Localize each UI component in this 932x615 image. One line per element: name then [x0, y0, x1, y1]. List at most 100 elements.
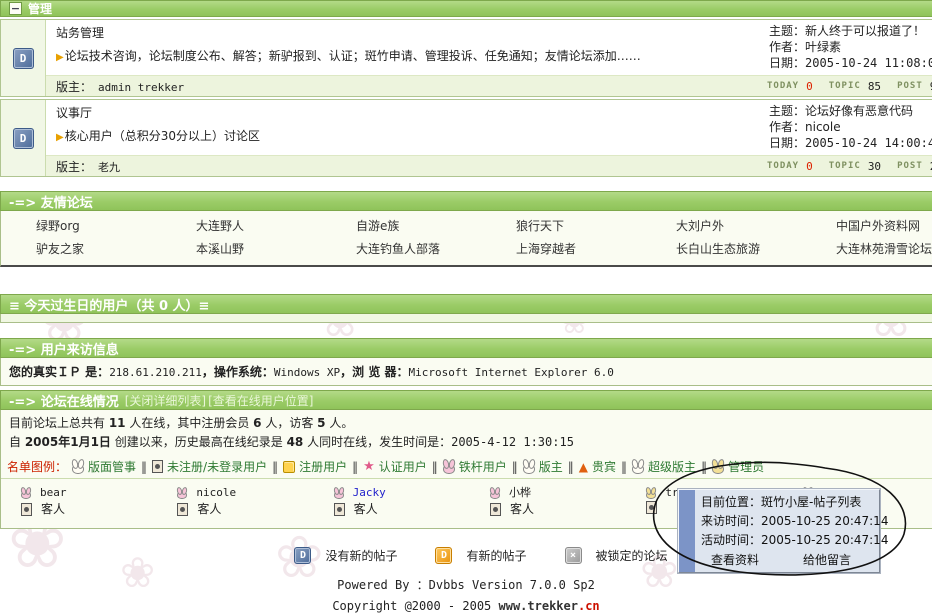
- friend-forum-link[interactable]: 上海穿越者: [516, 240, 676, 257]
- today-label: TODAY: [767, 81, 799, 91]
- forum-status-cell: D: [1, 20, 46, 96]
- user-name-link[interactable]: Jacky: [353, 484, 386, 501]
- bunny-yellow-icon: [712, 464, 724, 474]
- topic-count-label: TOPIC: [829, 161, 861, 171]
- triangle-icon: ▲: [579, 460, 588, 474]
- separator: ‖: [568, 460, 574, 474]
- forum-name-link[interactable]: 站务管理: [56, 24, 757, 41]
- friend-forums-title: -=> 友情论坛: [9, 192, 93, 211]
- photo-icon: [490, 503, 501, 516]
- forum-row-site-management: D 站务管理 ▶论坛技术咨询，论坛制度公布、解答；新驴报到、认证；斑竹申请、管理…: [0, 19, 932, 97]
- copyright-text: Copyright @2000 - 2005 www.trekker.cn: [0, 598, 932, 615]
- legend-item-label: 铁杆用户: [459, 458, 507, 475]
- bunny-white-icon: [523, 464, 535, 474]
- user-role: 客人: [354, 501, 378, 518]
- online-user: nicole 客人: [177, 484, 333, 518]
- friend-forum-link[interactable]: 大连林苑滑雪论坛: [836, 240, 932, 257]
- online-status-title: -=> 论坛在线情况: [9, 391, 119, 410]
- topic-label: 主题：: [769, 24, 805, 38]
- moderator-link[interactable]: admin trekker: [98, 81, 184, 94]
- tooltip-active-time: 活动时间：2005-10-25 20:47:14: [701, 531, 875, 550]
- last-topic-link[interactable]: 新人终于可以报道了！: [805, 24, 925, 38]
- legend-item-label: 版主: [539, 458, 563, 475]
- moderator-link[interactable]: 老九: [98, 161, 120, 174]
- friend-forum-link[interactable]: 绿野org: [36, 217, 196, 234]
- online-record-date: 2005-4-12 1:30:15: [451, 435, 574, 449]
- friend-forum-link[interactable]: 大连野人: [196, 217, 356, 234]
- view-user-position-link[interactable]: [查看在线用户位置]: [208, 392, 313, 409]
- view-profile-link[interactable]: 查看资料: [711, 551, 759, 570]
- management-section-header: − 管理: [0, 0, 932, 17]
- user-name-link[interactable]: bear: [40, 484, 67, 501]
- separator: ‖: [432, 460, 438, 474]
- legend-item-label: 贵宾: [592, 458, 616, 475]
- bunny-yellow-icon: [646, 491, 656, 499]
- no-new-posts-icon[interactable]: D: [13, 128, 34, 149]
- bunny-white-icon: [632, 464, 644, 474]
- collapse-icon[interactable]: −: [9, 2, 22, 15]
- user-name-link[interactable]: 小桦: [509, 484, 531, 501]
- friend-forum-link[interactable]: 狼行天下: [516, 217, 676, 234]
- friend-forum-link[interactable]: 驴友之家: [36, 240, 196, 257]
- legend-item-label: 超级版主: [648, 458, 696, 475]
- user-position-tooltip: 目前位置：斑竹小屋-帖子列表 来访时间：2005-10-25 20:47:14 …: [678, 489, 880, 573]
- arrow-bullet-icon: ▶: [56, 132, 64, 143]
- legend-no-new-posts: 没有新的帖子: [325, 547, 397, 564]
- forum-name-link[interactable]: 议事厅: [56, 104, 757, 121]
- friend-forum-link[interactable]: 中国户外资料网: [836, 217, 932, 234]
- topic-count: 85: [868, 80, 881, 93]
- last-topic-link[interactable]: 论坛好像有恶意代码: [805, 104, 913, 118]
- separator: ‖: [701, 460, 707, 474]
- online-record-count: 48: [287, 435, 304, 449]
- photo-icon: [21, 503, 32, 516]
- post-count-label: POST: [897, 161, 923, 171]
- friend-forum-link[interactable]: 长白山生态旅游: [676, 240, 836, 257]
- online-member-count: 6: [253, 416, 261, 430]
- moderator-label: 版主：: [56, 80, 92, 94]
- os-label: ，操作系统：: [202, 365, 274, 379]
- tooltip-current-position: 目前位置：斑竹小屋-帖子列表: [701, 493, 875, 512]
- legend-label: 名单图例：: [7, 458, 67, 475]
- separator: ‖: [512, 460, 518, 474]
- friend-forum-link[interactable]: 本溪山野: [196, 240, 356, 257]
- last-post-date: 2005-10-24 11:08:04: [805, 56, 932, 70]
- last-post-info: 主题：论坛好像有恶意代码 作者：nicole 日期：2005-10-24 14:…: [767, 100, 932, 155]
- friend-forum-link[interactable]: 自游e族: [356, 217, 516, 234]
- legend-item-label: 注册用户: [299, 458, 347, 475]
- legend-locked-forum: 被锁定的论坛: [596, 547, 668, 564]
- management-section-title: 管理: [28, 0, 52, 17]
- legend-item-label: 版面管事: [88, 458, 136, 475]
- separator: ‖: [621, 460, 627, 474]
- friend-forum-link[interactable]: 大刘户外: [676, 217, 836, 234]
- forum-description-text: 论坛技术咨询，论坛制度公布、解答；新驴报到、认证；斑竹申请、管理投诉、任免通知；…: [65, 49, 641, 63]
- last-author-link[interactable]: 叶绿素: [805, 40, 841, 54]
- smiley-icon: [283, 461, 295, 473]
- os-value: Windows XP: [274, 366, 340, 379]
- leave-message-link[interactable]: 给他留言: [803, 551, 851, 570]
- friend-forum-link[interactable]: 大连钓鱼人部落: [356, 240, 516, 257]
- user-name-link[interactable]: nicole: [196, 484, 236, 501]
- forum-row-council-hall: D 议事厅 ▶核心用户（总积分30分以上）讨论区 主题：论坛好像有恶意代码 作者…: [0, 99, 932, 177]
- visitor-info-panel: 您的真实ＩＰ 是：218.61.210.211，操作系统：Windows XP，…: [0, 358, 932, 386]
- d-blue-icon: D: [294, 547, 311, 564]
- online-user: 小桦 客人: [490, 484, 646, 518]
- forum-stats: TODAY0 TOPIC30 POST259: [767, 160, 932, 173]
- friend-forums-panel: 绿野org 大连野人 自游e族 狼行天下 大刘户外 中国户外资料网 驴友之家 本…: [0, 211, 932, 267]
- last-author-link[interactable]: nicole: [805, 120, 841, 134]
- user-role: 客人: [41, 501, 65, 518]
- date-label: 日期：: [769, 136, 805, 150]
- legend-item-label: 认证用户: [379, 458, 427, 475]
- close-detail-list-link[interactable]: [关闭详细列表]: [125, 392, 206, 409]
- today-label: TODAY: [767, 161, 799, 171]
- photo-icon: [334, 503, 345, 516]
- visitor-info-title: -=> 用户来访信息: [9, 339, 119, 358]
- site-link[interactable]: www.trekker: [499, 599, 578, 613]
- site-tld: .cn: [578, 599, 600, 613]
- x-gray-icon: ×: [565, 547, 582, 564]
- forum-status-cell: D: [1, 100, 46, 176]
- browser-value: Microsoft Internet Explorer 6.0: [409, 366, 614, 379]
- legend-item-label: 管理员: [728, 458, 764, 475]
- author-label: 作者：: [769, 120, 805, 134]
- no-new-posts-icon[interactable]: D: [13, 48, 34, 69]
- legend-new-posts: 有新的帖子: [466, 547, 526, 564]
